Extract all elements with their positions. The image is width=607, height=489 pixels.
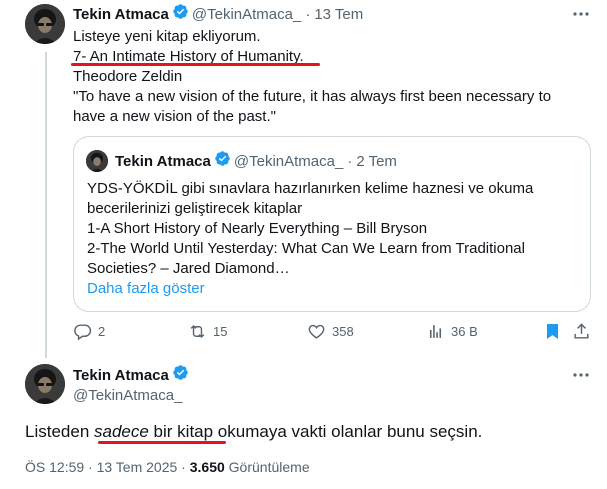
red-highlight-underline <box>71 63 320 66</box>
author-name[interactable]: Tekin Atmaca <box>73 367 169 384</box>
heart-icon <box>308 324 325 339</box>
avatar-photo <box>25 364 65 404</box>
quoted-author-handle: @TekinAtmaca_ <box>233 152 344 170</box>
more-options-icon[interactable] <box>571 365 591 385</box>
verified-badge-icon <box>172 364 189 386</box>
tweet-action-bar: 2 15 358 36 B <box>73 322 589 342</box>
quoted-line: Societies? – Jared Diamond… <box>87 260 290 277</box>
author-avatar[interactable] <box>25 4 65 44</box>
share-button[interactable] <box>572 322 597 341</box>
tweet-line: have a new vision of the past." <box>73 108 276 125</box>
quoted-author-avatar[interactable] <box>86 150 108 172</box>
text-part: bir kitap <box>148 422 214 441</box>
author-avatar[interactable] <box>25 364 65 404</box>
thread-connector-line <box>45 52 47 358</box>
quoted-tweet-header: Tekin Atmaca @TekinAtmaca_ · 2 Tem <box>115 151 397 171</box>
tweet-timestamp[interactable]: 13 Tem <box>314 6 363 23</box>
tweet-header: Tekin Atmaca @TekinAtmaca_ · 13 Tem <box>73 4 363 24</box>
reply-count: 2 <box>98 324 106 339</box>
share-icon <box>574 323 589 339</box>
separator-dot: · <box>347 152 353 170</box>
tweet-line: Listeye yeni kitap ekliyorum. <box>73 28 261 45</box>
quoted-tweet-body: YDS-YÖKDİL gibi sınavlara hazırlanırken … <box>87 179 582 299</box>
author-name[interactable]: Tekin Atmaca <box>73 6 169 23</box>
repost-button[interactable]: 15 <box>188 322 227 341</box>
reply-button[interactable]: 2 <box>73 322 105 341</box>
quoted-line: 1-A Short History of Nearly Everything –… <box>87 220 428 237</box>
separator-dot: · <box>305 5 311 23</box>
quoted-tweet-card[interactable]: Tekin Atmaca @TekinAtmaca_ · 2 Tem YDS-Y… <box>73 136 591 312</box>
tweet-header: Tekin Atmaca <box>73 365 192 385</box>
avatar-photo <box>25 4 65 44</box>
author-handle[interactable]: @TekinAtmaca_ <box>192 6 301 23</box>
bookmark-button[interactable] <box>543 322 568 341</box>
views-count: 3.650 <box>189 459 225 475</box>
text-part-emphasis: sadece <box>94 422 149 441</box>
views-label: Görüntüleme <box>224 459 310 475</box>
text-part: Listeden <box>25 422 94 441</box>
quoted-tweet-timestamp: 2 Tem <box>356 152 397 170</box>
repost-icon <box>190 324 205 339</box>
quoted-line: 2-The World Until Yesterday: What Can We… <box>87 240 525 257</box>
views-button[interactable]: 36 B <box>426 322 478 341</box>
red-highlight-underline <box>98 441 226 444</box>
tweet-body: Listeye yeni kitap ekliyorum. 7- An Inti… <box>73 27 588 127</box>
show-more-link[interactable]: Daha fazla göster <box>87 279 582 299</box>
author-handle[interactable]: @TekinAtmaca_ <box>73 387 182 404</box>
repost-count: 15 <box>213 324 228 339</box>
tweet-meta-line: ÖS 12:59 · 13 Tem 2025 · 3.650 Görüntüle… <box>25 459 310 475</box>
view-count: 36 B <box>451 324 478 339</box>
more-options-icon[interactable] <box>571 4 591 24</box>
text-part: okumaya vakti olanlar bunu seçsin. <box>213 422 483 441</box>
quoted-line: YDS-YÖKDİL gibi sınavlara hazırlanırken … <box>87 180 534 197</box>
like-count: 358 <box>332 324 354 339</box>
tweet-line: Theodore Zeldin <box>73 68 183 85</box>
like-button[interactable]: 358 <box>307 322 354 341</box>
reply-icon <box>74 324 92 341</box>
timestamp[interactable]: ÖS 12:59 · 13 Tem 2025 · <box>25 459 190 475</box>
quoted-line: becerilerinizi geliştirecek kitaplar <box>87 200 303 217</box>
analytics-icon <box>429 325 442 338</box>
bookmark-icon <box>546 323 559 340</box>
verified-badge-icon <box>172 3 189 25</box>
quoted-author-name: Tekin Atmaca <box>115 152 211 170</box>
avatar-photo <box>86 150 108 172</box>
main-tweet-text: Listeden sadece bir kitap okumaya vakti … <box>25 422 482 442</box>
verified-badge-icon <box>214 150 231 172</box>
tweet-line: "To have a new vision of the future, it … <box>73 88 552 105</box>
